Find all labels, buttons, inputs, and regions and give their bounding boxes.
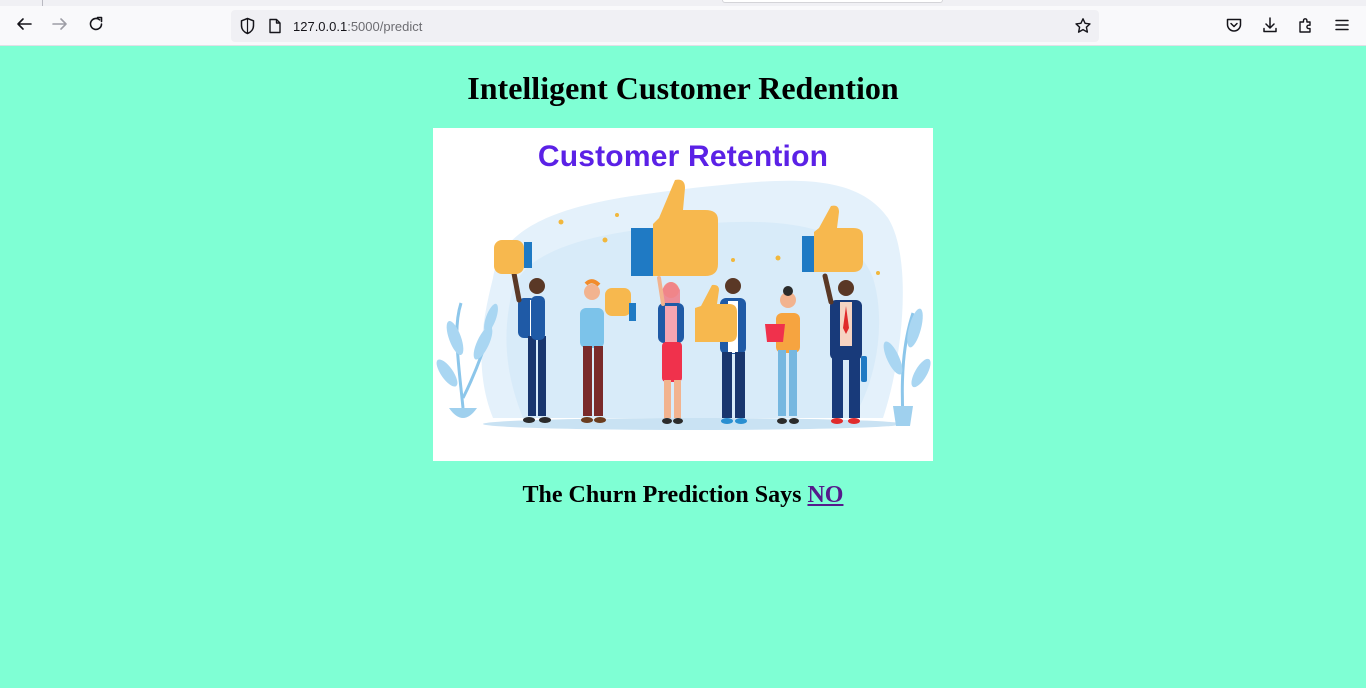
result-value-link[interactable]: NO — [807, 482, 843, 508]
puzzle-icon — [1299, 18, 1311, 33]
reload-button[interactable] — [85, 13, 107, 35]
tab-preview-popup — [722, 0, 943, 3]
url-bar[interactable]: 127.0.0.1:5000/predict — [231, 10, 1099, 42]
customer-retention-image: Customer Retention — [433, 128, 933, 461]
tab-strip — [0, 0, 1366, 6]
pocket-button[interactable] — [1224, 15, 1244, 35]
customer-retention-illustration — [436, 179, 931, 430]
reload-icon — [89, 16, 103, 31]
downloads-button[interactable] — [1260, 15, 1280, 35]
hamburger-menu-icon — [1335, 19, 1349, 31]
result-prefix: The Churn Prediction Says — [522, 482, 802, 508]
url-path: :5000/predict — [347, 19, 423, 34]
back-button[interactable] — [13, 13, 35, 35]
page-icon — [268, 18, 282, 39]
forward-arrow-icon — [52, 18, 67, 30]
extensions-button[interactable] — [1296, 15, 1316, 35]
app-menu-button[interactable] — [1332, 15, 1352, 35]
tracking-shield-icon[interactable] — [239, 17, 256, 40]
star-icon[interactable] — [1074, 17, 1092, 40]
image-caption: Customer Retention — [537, 140, 829, 173]
prediction-result: The Churn Prediction Says NO — [0, 481, 1366, 509]
tab-divider — [42, 0, 43, 6]
pocket-icon — [1226, 18, 1242, 32]
browser-toolbar: 127.0.0.1:5000/predict — [0, 0, 1366, 46]
back-arrow-icon — [17, 18, 32, 30]
url-text[interactable]: 127.0.0.1:5000/predict — [293, 18, 422, 35]
download-icon — [1263, 17, 1277, 33]
url-host: 127.0.0.1 — [293, 19, 348, 34]
forward-button[interactable] — [49, 13, 71, 35]
page-title: Intelligent Customer Redention — [467, 70, 899, 106]
